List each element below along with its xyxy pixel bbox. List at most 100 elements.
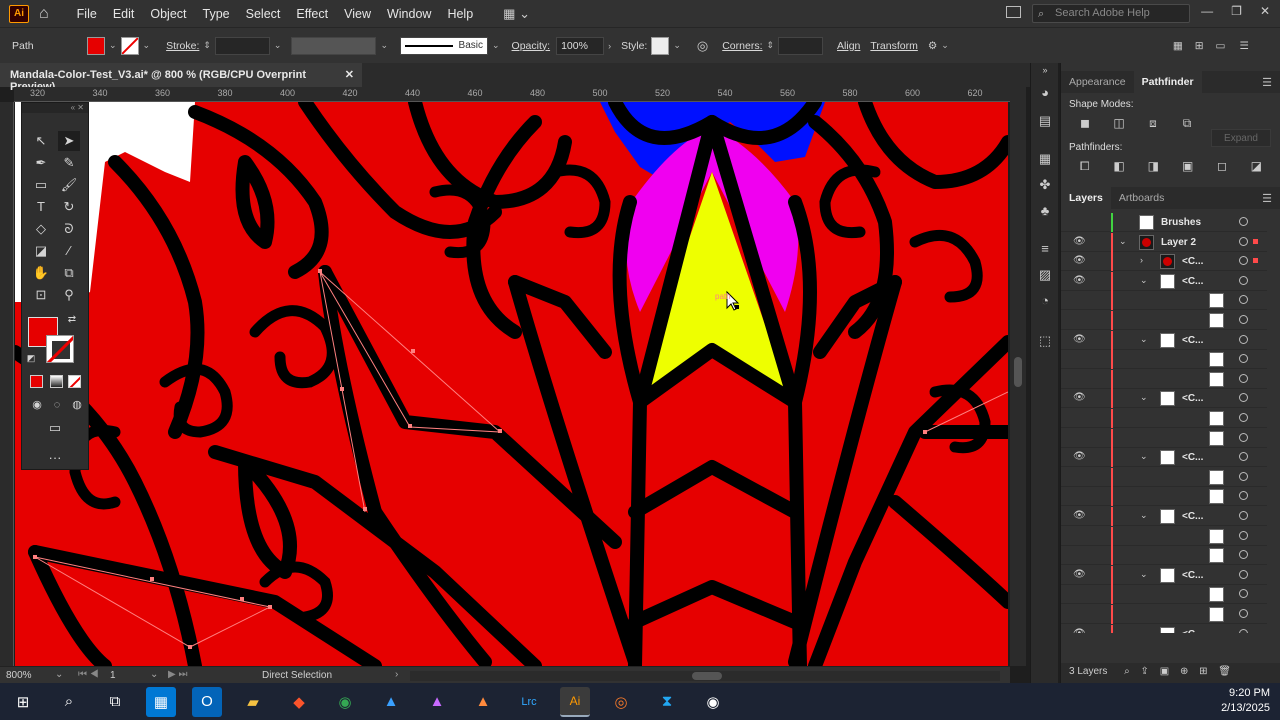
layer-row[interactable]: 👁 › <C... xyxy=(1061,252,1267,272)
direct-selection-tool-icon[interactable]: ➤ xyxy=(58,131,80,151)
minimize-icon[interactable]: — xyxy=(1201,4,1213,18)
visibility-eye-icon[interactable]: 👁 xyxy=(1073,569,1086,580)
expand-toggle-icon[interactable]: ⌄ xyxy=(1140,569,1148,580)
menu-effect[interactable]: Effect xyxy=(288,7,336,21)
document-tab[interactable]: Mandala-Color-Test_V3.ai* @ 800 % (RGB/C… xyxy=(0,63,362,93)
opacity-arrow-icon[interactable]: › xyxy=(608,41,611,51)
fill-swatch[interactable] xyxy=(87,36,105,55)
none-mode-icon[interactable] xyxy=(68,375,81,388)
artboard-tool-icon[interactable]: ⊡ xyxy=(30,285,52,305)
stroke-weight-stepper[interactable]: ⇕ xyxy=(203,40,211,51)
stroke-panel-icon[interactable]: ≡ xyxy=(1037,241,1053,257)
zoom-dropdown-icon[interactable]: ⌄ xyxy=(55,669,63,680)
vertical-ruler[interactable] xyxy=(0,102,14,666)
target-circle-icon[interactable] xyxy=(1239,373,1248,383)
layer-row[interactable]: Brushes xyxy=(1061,213,1267,232)
layer-name[interactable]: <C... xyxy=(1182,452,1203,463)
expand-toggle-icon[interactable]: ⌄ xyxy=(1140,510,1148,521)
vscode-icon[interactable]: ⧗ xyxy=(652,687,682,717)
distribute-icon[interactable]: ⊞ xyxy=(1195,40,1204,52)
symbols-panel-icon[interactable]: ♣ xyxy=(1037,203,1053,219)
selection-indicator[interactable] xyxy=(1253,219,1258,224)
layer-row[interactable] xyxy=(1061,526,1267,546)
zoom-level[interactable]: 800% xyxy=(6,670,32,681)
clipping-mask-icon[interactable]: ▣ xyxy=(1160,666,1169,677)
export-panel-icon[interactable]: ⬚ xyxy=(1037,333,1053,349)
layer-row[interactable] xyxy=(1061,428,1267,448)
color-panel-icon[interactable]: ◕ xyxy=(1037,85,1053,101)
mandala-artwork[interactable]: path xyxy=(15,102,1008,666)
visibility-eye-icon[interactable]: 👁 xyxy=(1073,255,1086,266)
target-circle-icon[interactable] xyxy=(1239,236,1248,246)
swap-colors-icon[interactable]: ⇄ xyxy=(64,313,80,327)
home-icon[interactable]: ⌂ xyxy=(39,5,49,23)
layer-row[interactable] xyxy=(1061,605,1267,624)
eraser-tool-icon[interactable]: ◇ xyxy=(30,219,52,239)
microsoft-store-icon[interactable]: ▦ xyxy=(146,686,176,717)
visibility-eye-icon[interactable]: 👁 xyxy=(1073,236,1086,247)
layer-name[interactable]: <C... xyxy=(1182,511,1203,522)
transparency-panel-icon[interactable]: ◔ xyxy=(1037,293,1053,309)
style-dropdown-icon[interactable]: ⌄ xyxy=(673,40,681,51)
tab-artboards[interactable]: Artboards xyxy=(1111,187,1173,209)
expand-toggle-icon[interactable]: ⌄ xyxy=(1140,334,1148,345)
layer-row[interactable]: 👁 ⌄ <C... xyxy=(1061,448,1267,468)
gradient-panel-icon[interactable]: ▨ xyxy=(1037,267,1053,283)
blender-icon[interactable]: ◎ xyxy=(606,687,636,717)
eyedropper-tool-icon[interactable]: ⁄ xyxy=(58,241,80,261)
align-link[interactable]: Align xyxy=(837,40,860,52)
expand-toggle-icon[interactable]: ⌄ xyxy=(1140,392,1148,403)
windows-start-icon[interactable]: ⊞ xyxy=(8,687,38,717)
rotate-tool-icon[interactable]: ↻ xyxy=(58,197,80,217)
draw-behind-icon[interactable]: ◌ xyxy=(46,395,68,415)
target-circle-icon[interactable] xyxy=(1239,609,1248,618)
target-circle-icon[interactable] xyxy=(1239,628,1248,633)
panel-layout-icon[interactable] xyxy=(1006,6,1021,18)
stroke-dropdown-icon[interactable]: ⌄ xyxy=(143,40,151,51)
default-colors-icon[interactable]: ◩ xyxy=(24,351,38,365)
chrome-icon[interactable]: ◉ xyxy=(330,687,360,717)
artboard-number[interactable]: 1 xyxy=(110,670,116,681)
expand-toggle-icon[interactable]: › xyxy=(1140,255,1143,265)
target-circle-icon[interactable] xyxy=(1239,550,1248,560)
affinity-designer-icon[interactable]: ▲ xyxy=(376,687,406,717)
expand-toggle-icon[interactable]: ⌄ xyxy=(1140,275,1148,286)
intersect-icon[interactable]: ⧈ xyxy=(1141,116,1165,134)
layer-row[interactable] xyxy=(1061,350,1267,370)
layer-row[interactable]: 👁 ⌄ <C... xyxy=(1061,507,1267,526)
locate-object-icon[interactable]: ⌕ xyxy=(1124,666,1130,677)
layer-name[interactable]: <C... xyxy=(1182,276,1203,287)
layer-row[interactable] xyxy=(1061,369,1267,389)
opacity-label[interactable]: Opacity: xyxy=(512,40,551,52)
visibility-eye-icon[interactable]: 👁 xyxy=(1073,451,1086,462)
obs-icon[interactable]: ◉ xyxy=(698,687,728,717)
artboard-nav-prev-icon[interactable]: ⏮ ◀ xyxy=(78,669,99,680)
puppet-warp-tool-icon[interactable]: ✋ xyxy=(30,263,52,283)
selection-indicator[interactable] xyxy=(1253,238,1258,244)
layer-name[interactable]: <C... xyxy=(1182,335,1203,346)
artboard-canvas[interactable]: path xyxy=(15,102,1008,666)
export-layers-icon[interactable]: ⇪ xyxy=(1141,666,1149,677)
workspace-switcher-icon[interactable]: ▦ ⌄ xyxy=(503,6,530,22)
arrange-documents-icon[interactable]: ▦ xyxy=(1173,40,1183,52)
opacity-field[interactable]: 100% xyxy=(556,36,605,55)
task-view-icon[interactable]: ⧉ xyxy=(100,687,130,717)
layer-name[interactable]: Layer 2 xyxy=(1161,237,1196,248)
layer-name[interactable]: Brushes xyxy=(1161,217,1201,228)
target-circle-icon[interactable] xyxy=(1239,589,1248,599)
expand-toggle-icon[interactable]: ⌄ xyxy=(1119,236,1127,247)
menu-help[interactable]: Help xyxy=(439,7,481,21)
selection-indicator[interactable] xyxy=(1253,258,1258,264)
close-window-icon[interactable]: ✕ xyxy=(1260,4,1270,18)
lightroom-classic-icon[interactable]: Lrc xyxy=(514,687,544,717)
layer-row[interactable] xyxy=(1061,409,1267,428)
corners-field[interactable] xyxy=(778,36,824,55)
artboard-dropdown-icon[interactable]: ⌄ xyxy=(150,669,158,680)
transform-link[interactable]: Transform xyxy=(870,40,917,52)
delete-layer-icon[interactable]: 🗑 xyxy=(1218,666,1231,677)
layer-row[interactable]: 👁 ⌄ <C... xyxy=(1061,389,1267,409)
recolor-artwork-icon[interactable]: ◎ xyxy=(697,38,708,54)
stroke-weight-field[interactable] xyxy=(214,36,270,55)
tools-panel-header[interactable]: « ✕ xyxy=(22,103,88,113)
taskbar-search-icon[interactable]: ⌕ xyxy=(54,687,84,717)
